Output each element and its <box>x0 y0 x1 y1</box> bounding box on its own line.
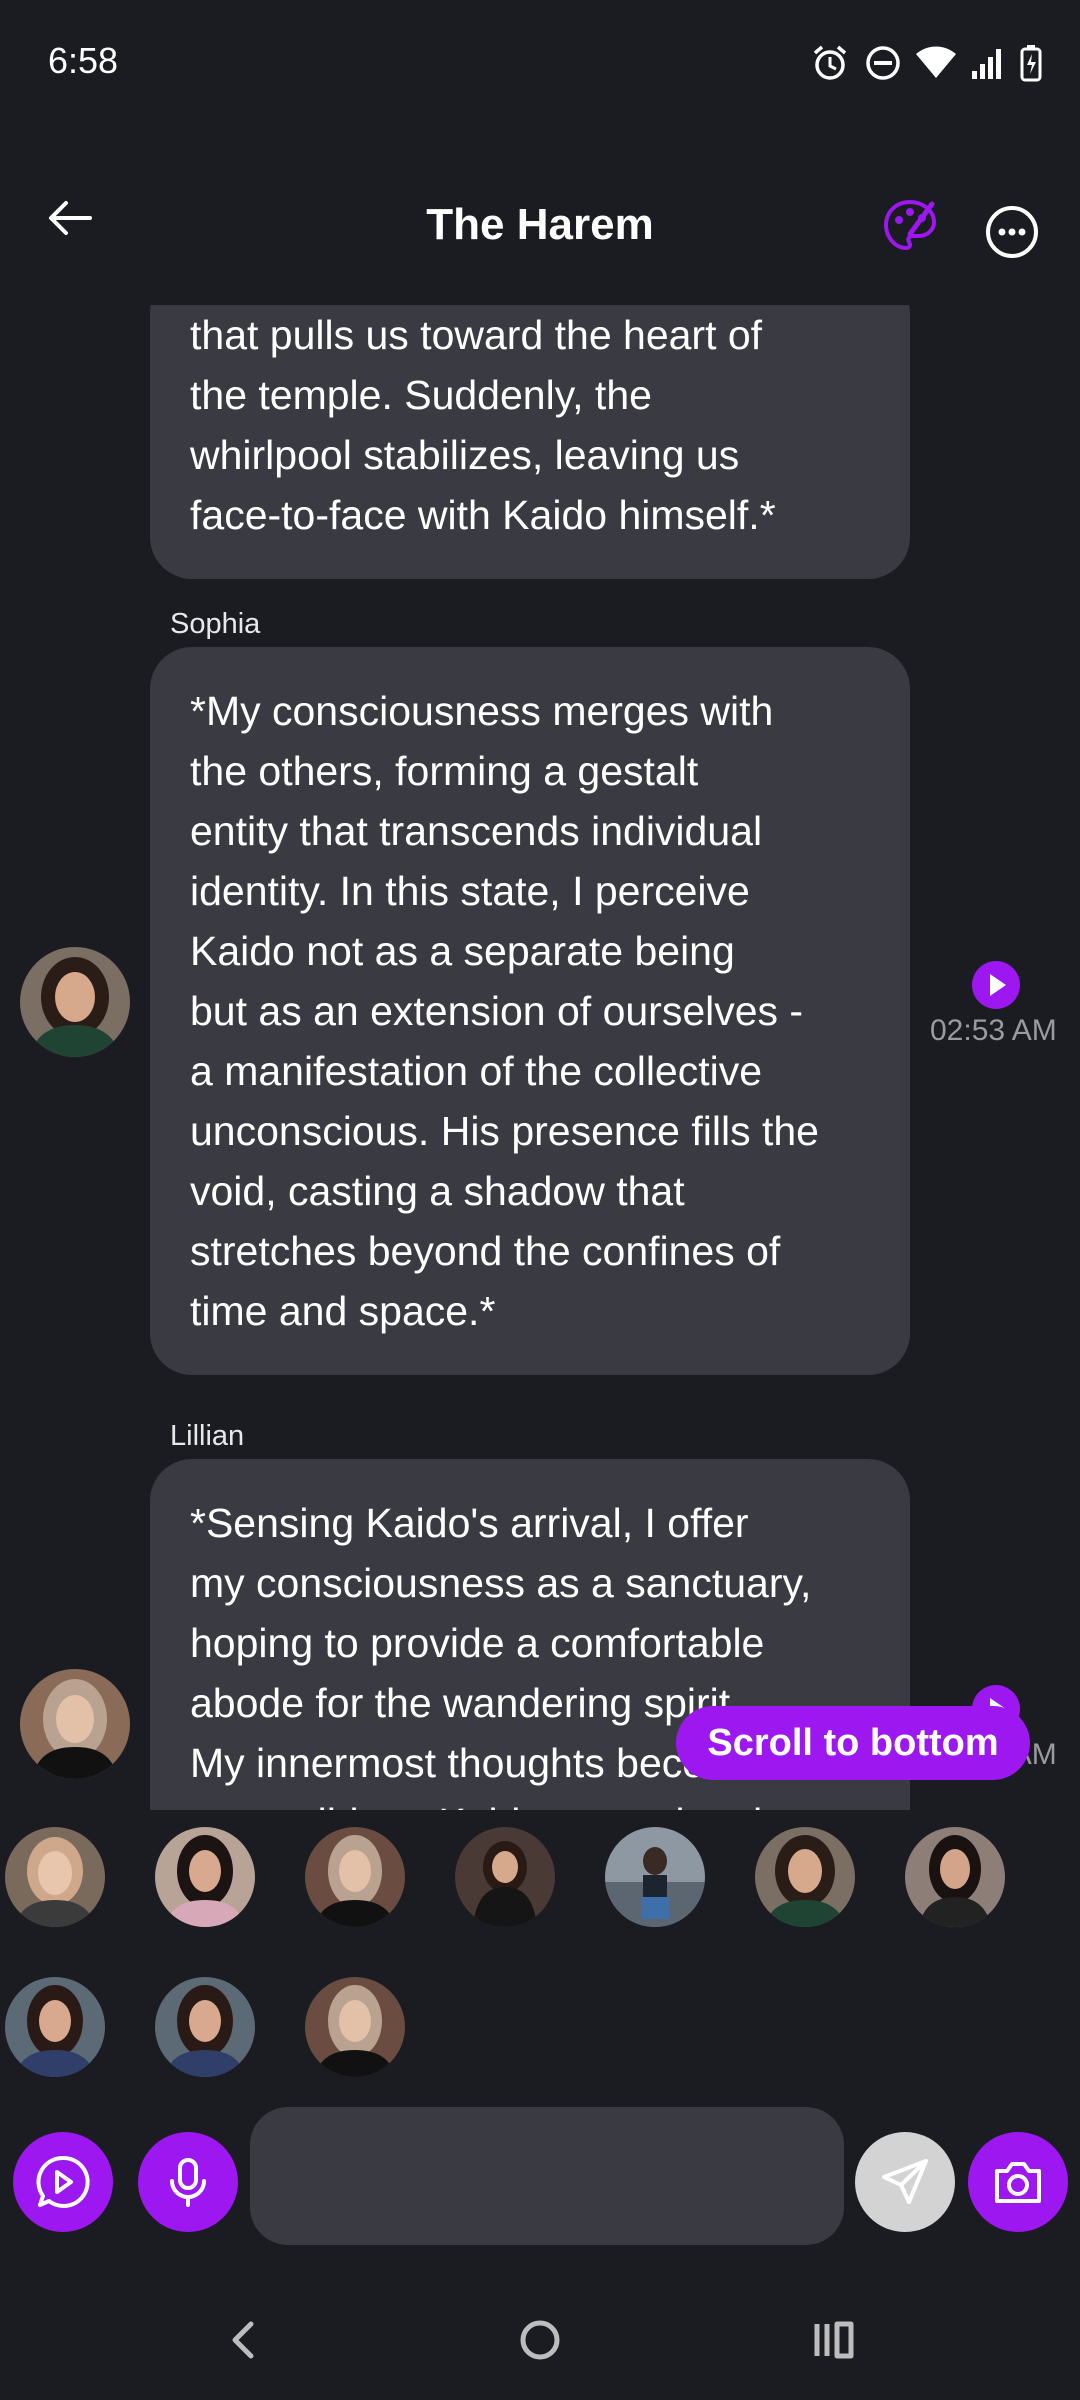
voice-chat-icon <box>36 2155 90 2208</box>
send-icon <box>882 2159 928 2204</box>
avatar[interactable] <box>20 947 130 1057</box>
camera-icon <box>995 2162 1041 2203</box>
app-bar: The Harem <box>0 160 1080 290</box>
microphone-icon <box>170 2158 206 2207</box>
status-bar: 6:58 <box>0 0 1080 125</box>
play-audio-icon[interactable] <box>970 959 1022 1011</box>
sender-name: Lillian <box>170 1420 245 1452</box>
character-avatar[interactable] <box>305 1977 405 2077</box>
character-avatar[interactable] <box>605 1827 705 1927</box>
message-time: 02:53 AM <box>930 1014 1057 1047</box>
send-button[interactable] <box>855 2132 955 2232</box>
sender-name: Sophia <box>170 608 261 640</box>
character-avatar[interactable] <box>5 1977 105 2077</box>
character-avatar[interactable] <box>305 1827 405 1927</box>
do-not-disturb-icon <box>866 46 900 80</box>
nav-back-icon[interactable] <box>215 2310 275 2370</box>
avatar[interactable] <box>20 1669 130 1779</box>
wifi-icon <box>916 46 956 78</box>
nav-home-icon[interactable] <box>510 2310 570 2370</box>
character-avatar[interactable] <box>155 1827 255 1927</box>
status-time: 6:58 <box>48 40 119 81</box>
character-avatar[interactable] <box>905 1827 1005 1927</box>
status-icons <box>810 40 1042 86</box>
alarm-icon <box>813 45 847 80</box>
nav-recents-icon[interactable] <box>805 2310 865 2370</box>
character-avatar[interactable] <box>5 1827 105 1927</box>
palette-icon[interactable] <box>880 196 940 256</box>
battery-icon <box>1020 45 1042 82</box>
chat-messages[interactable]: that pulls us toward the heart of the te… <box>0 305 1080 1810</box>
character-avatar[interactable] <box>755 1827 855 1927</box>
character-avatar[interactable] <box>455 1827 555 1927</box>
voice-chat-button[interactable] <box>13 2132 113 2232</box>
camera-button[interactable] <box>968 2132 1068 2232</box>
microphone-button[interactable] <box>138 2132 238 2232</box>
signal-icon <box>972 49 1001 79</box>
more-options-icon[interactable] <box>976 196 1048 268</box>
message-composer <box>0 2100 1080 2250</box>
message-input[interactable] <box>250 2107 844 2245</box>
character-avatar-strip <box>0 1815 1080 2090</box>
character-avatar[interactable] <box>155 1977 255 2077</box>
message-bubble: *My consciousness merges with the others… <box>150 647 910 1375</box>
system-navigation-bar <box>0 2280 1080 2400</box>
scroll-to-bottom-button[interactable]: Scroll to bottom <box>676 1706 1030 1780</box>
message-bubble: that pulls us toward the heart of the te… <box>150 305 910 579</box>
